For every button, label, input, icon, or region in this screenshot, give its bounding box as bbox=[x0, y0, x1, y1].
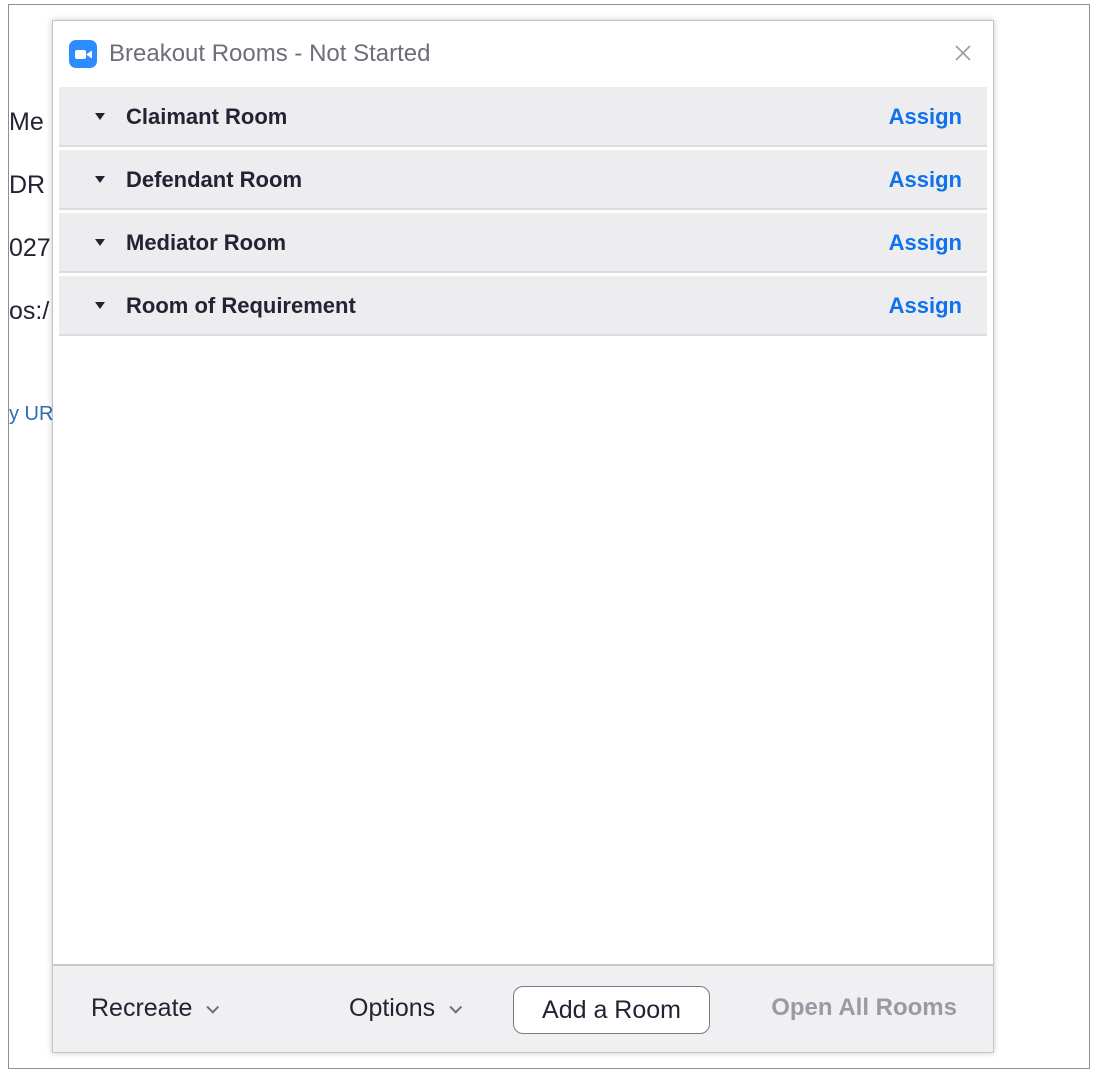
zoom-camera-icon bbox=[69, 40, 97, 68]
chevron-down-icon bbox=[449, 1000, 463, 1014]
options-label: Options bbox=[349, 994, 436, 1022]
assign-link[interactable]: Assign bbox=[889, 167, 962, 193]
background-text: Me bbox=[9, 108, 44, 136]
add-room-button[interactable]: Add a Room bbox=[513, 986, 710, 1034]
room-name: Defendant Room bbox=[126, 167, 302, 192]
room-name: Mediator Room bbox=[126, 230, 287, 255]
dialog-footer: Recreate Options Add a Room Open All Roo… bbox=[53, 964, 993, 1052]
caret-down-icon[interactable] bbox=[95, 302, 105, 309]
room-row-claimant[interactable]: Claimant Room Assign bbox=[59, 87, 987, 147]
assign-link[interactable]: Assign bbox=[889, 104, 962, 130]
window-title: Breakout Rooms - Not Started bbox=[109, 40, 431, 67]
title-bar: Breakout Rooms - Not Started bbox=[53, 21, 993, 87]
options-dropdown[interactable]: Options bbox=[349, 994, 463, 1023]
background-text: os:/ bbox=[9, 297, 50, 325]
room-row-requirement[interactable]: Room of Requirement Assign bbox=[59, 276, 987, 336]
background-link: y UR bbox=[9, 403, 54, 425]
assign-link[interactable]: Assign bbox=[889, 293, 962, 319]
room-name: Room of Requirement bbox=[126, 293, 356, 318]
room-list: Claimant Room Assign Defendant Room Assi… bbox=[59, 87, 987, 339]
recreate-dropdown[interactable]: Recreate bbox=[91, 994, 220, 1023]
recreate-label: Recreate bbox=[91, 994, 193, 1022]
room-row-mediator[interactable]: Mediator Room Assign bbox=[59, 213, 987, 273]
caret-down-icon[interactable] bbox=[95, 176, 105, 183]
breakout-rooms-dialog: Breakout Rooms - Not Started Claimant Ro… bbox=[52, 20, 994, 1053]
room-row-defendant[interactable]: Defendant Room Assign bbox=[59, 150, 987, 210]
caret-down-icon[interactable] bbox=[95, 113, 105, 120]
open-all-rooms-button[interactable]: Open All Rooms bbox=[771, 994, 957, 1022]
caret-down-icon[interactable] bbox=[95, 239, 105, 246]
chevron-down-icon bbox=[206, 1000, 220, 1014]
room-name: Claimant Room bbox=[126, 104, 288, 129]
assign-link[interactable]: Assign bbox=[889, 230, 962, 256]
close-icon[interactable] bbox=[949, 39, 977, 67]
